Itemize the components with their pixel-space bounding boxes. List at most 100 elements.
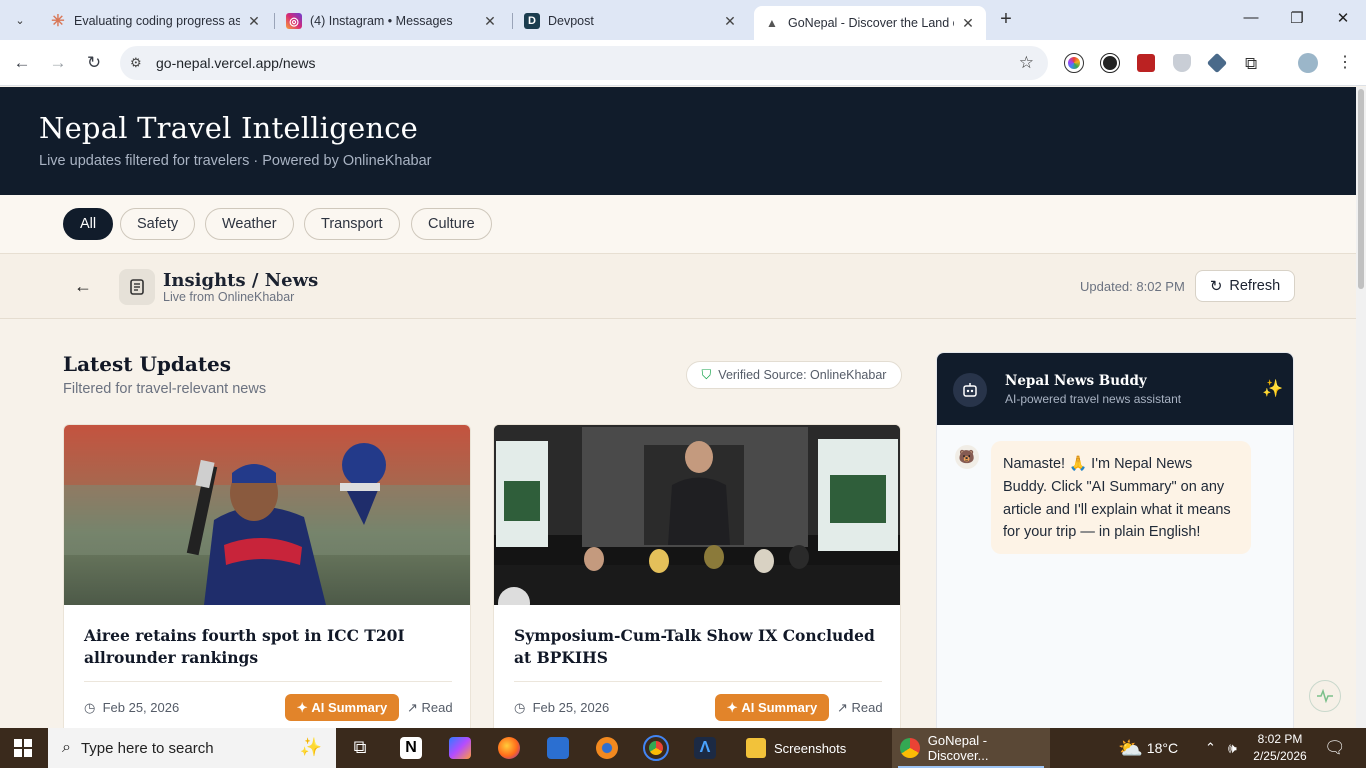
restore-icon[interactable]: ❐: [1287, 9, 1307, 27]
bookmark-star-icon[interactable]: ☆: [1019, 53, 1034, 73]
tab-gonepal[interactable]: ▲ GoNepal - Discover the Land of ✕: [754, 6, 986, 40]
page-subtitle: Live updates filtered for travelers · Po…: [39, 153, 432, 169]
extension-game-icon[interactable]: [1137, 54, 1155, 72]
new-tab-icon[interactable]: +: [996, 9, 1016, 30]
news-buddy-panel: Nepal News Buddy AI-powered travel news …: [936, 352, 1294, 742]
tab-title: (4) Instagram • Messages: [310, 14, 453, 28]
arc-icon[interactable]: Λ: [694, 737, 716, 759]
robot-icon: [953, 373, 987, 407]
close-tab-icon[interactable]: ✕: [482, 13, 498, 30]
section-header: ← Insights / News Live from OnlineKhabar…: [0, 254, 1356, 319]
page-scrollbar[interactable]: [1356, 87, 1366, 728]
extension-cube-icon[interactable]: [1206, 52, 1228, 74]
system-clock[interactable]: 8:02 PM 2/25/2026: [1247, 731, 1313, 765]
buddy-tagline: AI-powered travel news assistant: [1005, 392, 1182, 406]
verified-source-badge: ⛉ Verified Source: OnlineKhabar: [686, 361, 902, 389]
speaker-icon[interactable]: 🕪: [1228, 728, 1237, 768]
extension-wordpress-icon[interactable]: [1100, 53, 1120, 73]
tab-instagram[interactable]: ◎ (4) Instagram • Messages ✕: [276, 6, 508, 36]
refresh-button[interactable]: ↻ Refresh: [1195, 270, 1295, 302]
weather-widget[interactable]: ⛅ 18°C: [1118, 728, 1178, 768]
buddy-name: Nepal News Buddy: [1005, 373, 1147, 389]
news-card[interactable]: Symposium-Cum-Talk Show IX Concluded at …: [493, 424, 901, 744]
breadcrumb-title: Insights / News: [163, 270, 319, 291]
more-menu-icon[interactable]: ⋮: [1337, 53, 1353, 73]
refresh-label: Refresh: [1229, 278, 1281, 294]
extension-color-icon[interactable]: [1064, 53, 1084, 73]
clock-icon: ◷: [514, 700, 526, 715]
section-subtitle: Filtered for travel-relevant news: [63, 381, 267, 397]
sparkle-icon: ✨: [299, 737, 322, 757]
show-hidden-icons-icon[interactable]: ⌃: [1205, 728, 1216, 768]
chrome-icon[interactable]: [643, 735, 669, 761]
back-arrow-icon[interactable]: ←: [74, 276, 92, 297]
taskbar-search[interactable]: ⌕ Type here to search ✨: [48, 728, 336, 768]
filter-safety[interactable]: Safety: [120, 208, 196, 240]
sparkle-icon: ✦: [726, 699, 738, 715]
page-title: Nepal Travel Intelligence: [39, 111, 418, 145]
filter-all[interactable]: All: [63, 208, 114, 240]
folder-icon: [746, 738, 766, 758]
back-icon[interactable]: ←: [11, 52, 33, 74]
taskbar-app-label: Screenshots: [774, 740, 847, 756]
chat-message-bubble: Namaste! 🙏 I'm Nepal News Buddy. Click "…: [991, 441, 1251, 554]
copilot-icon[interactable]: [449, 737, 471, 759]
filter-culture[interactable]: Culture: [411, 208, 492, 240]
article-image[interactable]: [494, 425, 900, 619]
verified-source-text: Verified Source: OnlineKhabar: [718, 368, 887, 382]
minimize-icon[interactable]: —: [1241, 9, 1261, 26]
weather-temp: 18°C: [1146, 740, 1179, 756]
news-card[interactable]: Airee retains fourth spot in ICC T20I al…: [63, 424, 471, 744]
close-tab-icon[interactable]: ✕: [246, 13, 262, 30]
breadcrumb-subtitle: Live from OnlineKhabar: [163, 290, 295, 304]
notion-icon[interactable]: N: [400, 737, 422, 759]
article-title[interactable]: Symposium-Cum-Talk Show IX Concluded at …: [514, 625, 884, 669]
tab-search-chevron-icon[interactable]: ⌄: [8, 8, 32, 32]
taskbar-app-screenshots[interactable]: Screenshots: [738, 728, 890, 768]
profile-avatar[interactable]: [1298, 53, 1318, 73]
card-divider: [514, 681, 882, 682]
browser-toolbar: ← → ↻ ⚙ go-nepal.vercel.app/news ☆ ⧉ ⋮: [0, 40, 1366, 86]
instagram-icon: ◎: [286, 13, 302, 29]
blender-icon[interactable]: [596, 737, 618, 759]
reload-icon[interactable]: ↻: [83, 52, 105, 74]
ai-summary-button[interactable]: ✦ AI Summary: [715, 694, 829, 721]
scrollbar-thumb[interactable]: [1358, 89, 1364, 289]
filter-transport[interactable]: Transport: [304, 208, 400, 240]
external-link-icon: ↗: [837, 700, 848, 715]
activity-pulse-icon[interactable]: [1309, 680, 1341, 712]
article-date: ◷ Feb 25, 2026: [84, 700, 179, 716]
filter-weather[interactable]: Weather: [205, 208, 294, 240]
notifications-icon[interactable]: 🗨: [1324, 728, 1346, 768]
ai-summary-button[interactable]: ✦ AI Summary: [285, 694, 399, 721]
tab-title: Evaluating coding progress as a: [74, 14, 240, 28]
read-link[interactable]: ↗ Read: [407, 700, 453, 716]
firefox-icon[interactable]: [498, 737, 520, 759]
extensions-puzzle-icon[interactable]: ⧉: [1245, 54, 1265, 73]
article-image[interactable]: [64, 425, 470, 605]
sparkle-icon: ✨: [1262, 379, 1284, 398]
article-title[interactable]: Airee retains fourth spot in ICC T20I al…: [84, 625, 454, 669]
site-info-icon[interactable]: ⚙: [130, 55, 150, 71]
claude-icon: ✳: [51, 13, 65, 30]
taskbar-app-gonepal[interactable]: GoNepal - Discover...: [892, 728, 1050, 768]
read-link[interactable]: ↗ Read: [837, 700, 883, 716]
calendar-icon[interactable]: [547, 737, 569, 759]
ai-summary-label: AI Summary: [741, 700, 818, 715]
clock-time: 8:02 PM: [1257, 732, 1303, 746]
windows-start-icon[interactable]: [14, 739, 32, 757]
hero-banner: Nepal Travel Intelligence Live updates f…: [0, 87, 1356, 195]
sparkle-icon: ✦: [296, 699, 308, 715]
address-bar[interactable]: ⚙ go-nepal.vercel.app/news ☆: [120, 46, 1048, 80]
close-tab-icon[interactable]: ✕: [722, 13, 738, 30]
close-window-icon[interactable]: ✕: [1333, 9, 1353, 27]
tab-devpost[interactable]: D Devpost ✕: [514, 6, 748, 36]
newspaper-icon: [119, 269, 155, 305]
close-tab-icon[interactable]: ✕: [960, 15, 976, 32]
extension-shield-icon[interactable]: [1173, 54, 1191, 72]
article-date-text: Feb 25, 2026: [532, 700, 610, 715]
tab-claude[interactable]: ✳ Evaluating coding progress as a ✕: [40, 6, 272, 36]
clock-date: 2/25/2026: [1253, 749, 1307, 763]
forward-icon[interactable]: →: [47, 52, 69, 74]
task-view-icon[interactable]: ⧉: [349, 737, 371, 759]
